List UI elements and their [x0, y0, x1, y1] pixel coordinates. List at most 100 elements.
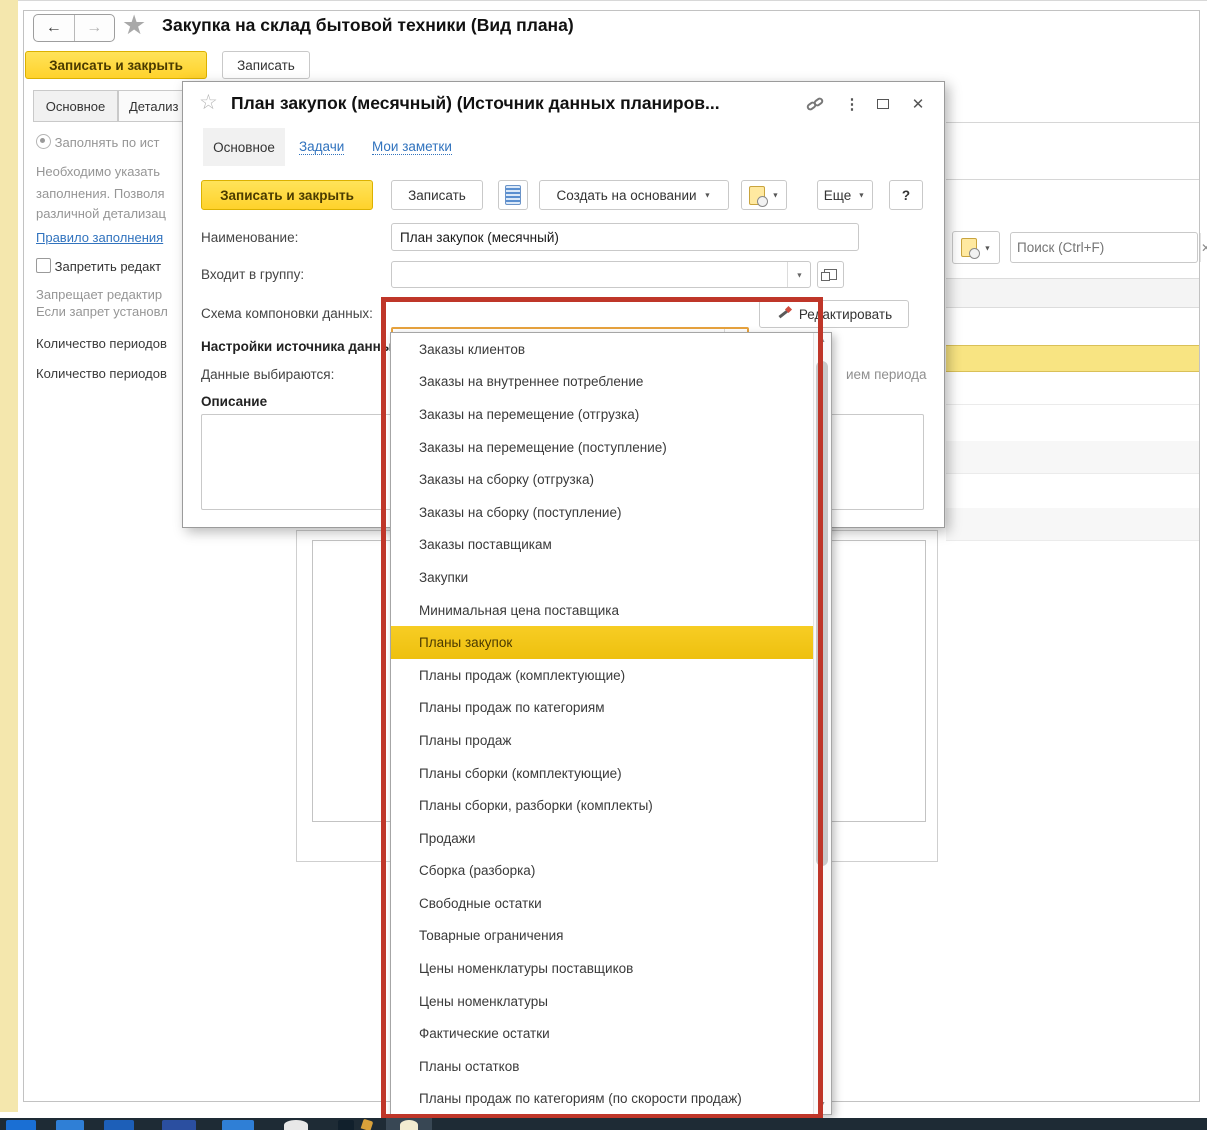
dropdown-item-selected[interactable]: Планы закупок — [391, 626, 831, 659]
checkbox-icon[interactable] — [36, 258, 51, 273]
tab-main[interactable]: Основное — [33, 90, 118, 122]
chevron-down-icon — [983, 243, 992, 253]
dropdown-item[interactable]: Сборка (разборка) — [391, 855, 831, 888]
forbid-edit-checkbox-row[interactable]: Запретить редакт — [36, 258, 161, 274]
hint-text: Запрещает редактир — [36, 287, 163, 302]
highlighted-table-row[interactable] — [946, 345, 1199, 372]
dropdown-item[interactable]: Фактические остатки — [391, 1017, 831, 1050]
radio-icon[interactable] — [36, 134, 51, 149]
maximize-icon[interactable] — [877, 99, 889, 109]
dropdown-item[interactable]: Свободные остатки — [391, 887, 831, 920]
hint-text: заполнения. Позволя — [36, 186, 165, 201]
save-button[interactable]: Записать — [222, 51, 310, 79]
scroll-up-icon[interactable] — [814, 333, 831, 348]
dropdown-item[interactable]: Заказы на внутреннее потребление — [391, 366, 831, 399]
scrollbar-thumb[interactable] — [816, 361, 828, 866]
group-dropdown-arrow-icon[interactable] — [787, 262, 810, 287]
dropdown-item[interactable]: Цены номенклатуры — [391, 985, 831, 1018]
dropdown-item[interactable]: Заказы поставщикам — [391, 529, 831, 562]
taskbar-icon[interactable] — [360, 1118, 374, 1130]
taskbar-icon[interactable] — [222, 1120, 254, 1130]
help-button[interactable]: ? — [889, 180, 923, 210]
close-icon[interactable] — [909, 94, 927, 114]
dropdown-item[interactable]: Планы сборки, разборки (комплекты) — [391, 789, 831, 822]
group-field[interactable] — [391, 261, 811, 288]
dropdown-item[interactable]: Заказы клиентов — [391, 333, 831, 366]
hint-text: различной детализац — [36, 206, 166, 221]
table-row[interactable] — [946, 508, 1199, 540]
separator — [946, 122, 1199, 123]
chevron-down-icon — [771, 190, 780, 200]
dialog-save-and-close-button[interactable]: Записать и закрыть — [201, 180, 373, 210]
row-separator — [946, 540, 1199, 541]
name-field[interactable]: План закупок (месячный) — [391, 223, 859, 251]
dropdown-item[interactable]: Продажи — [391, 822, 831, 855]
magic-wand-icon — [776, 306, 792, 322]
dropdown-item[interactable]: Планы продаж по категориям — [391, 692, 831, 725]
search-box — [1010, 232, 1202, 263]
period-text-fragment: ием периода — [846, 367, 927, 382]
dialog-document-button[interactable] — [741, 180, 787, 210]
dropdown-item[interactable]: Заказы на сборку (поступление) — [391, 496, 831, 529]
more-label: Еще — [823, 187, 852, 203]
create-based-on-label: Создать на основании — [556, 187, 697, 203]
periods-label: Количество периодов — [36, 336, 167, 351]
dropdown-item[interactable]: Планы продаж (комплектующие) — [391, 659, 831, 692]
link-icon[interactable] — [805, 94, 825, 114]
dropdown-item[interactable]: Планы остатков — [391, 1050, 831, 1083]
page-title: Закупка на склад бытовой техники (Вид пл… — [162, 15, 574, 35]
dialog-tab-main[interactable]: Основное — [203, 128, 285, 166]
dialog-save-button[interactable]: Записать — [391, 180, 483, 210]
dropdown-item[interactable]: Товарные ограничения — [391, 920, 831, 953]
dialog-tab-notes[interactable]: Мои заметки — [372, 139, 452, 155]
dropdown-item[interactable]: Планы сборки (комплектующие) — [391, 757, 831, 790]
periods-label: Количество периодов — [36, 366, 167, 381]
more-button[interactable]: Еще — [817, 180, 873, 210]
taskbar — [0, 1118, 1207, 1130]
favorite-star-outline-icon[interactable] — [199, 90, 218, 115]
forward-arrow-icon[interactable] — [75, 15, 115, 41]
create-document-button[interactable] — [952, 231, 1000, 264]
dropdown-item[interactable]: Заказы на перемещение (поступление) — [391, 431, 831, 464]
taskbar-icon[interactable] — [6, 1120, 36, 1130]
group-open-button[interactable] — [817, 261, 844, 288]
dropdown-item[interactable]: Заказы на перемещение (отгрузка) — [391, 398, 831, 431]
scroll-down-icon[interactable] — [814, 1097, 831, 1112]
table-header-row — [946, 278, 1199, 308]
dialog-tab-tasks[interactable]: Задачи — [299, 139, 345, 155]
dropdown-item[interactable]: Заказы на сборку (отгрузка) — [391, 463, 831, 496]
dropdown-item[interactable]: Закупки — [391, 561, 831, 594]
tab-detail[interactable]: Детализ — [118, 90, 184, 122]
dropdown-item[interactable]: Цены номенклатуры поставщиков — [391, 952, 831, 985]
checkbox-label: Запретить редакт — [54, 259, 162, 274]
taskbar-icon[interactable] — [338, 1120, 354, 1130]
hint-text: Необходимо указать — [36, 164, 160, 179]
radio-label: Заполнять по ист — [54, 135, 160, 150]
taskbar-icon[interactable] — [284, 1120, 308, 1130]
back-arrow-icon[interactable] — [34, 15, 75, 41]
search-input[interactable] — [1011, 233, 1200, 262]
save-and-close-button[interactable]: Записать и закрыть — [25, 51, 207, 79]
chevron-down-icon — [703, 190, 712, 200]
dropdown-item[interactable]: Минимальная цена поставщика — [391, 594, 831, 627]
fill-rule-link[interactable]: Правило заполнения — [36, 230, 163, 245]
more-menu-icon[interactable] — [843, 94, 861, 114]
dropdown-scrollbar[interactable] — [813, 333, 831, 1114]
open-window-icon — [821, 269, 837, 281]
dropdown-item[interactable]: Планы продаж по категориям (по скорости … — [391, 1083, 831, 1114]
search-clear-icon[interactable] — [1200, 233, 1207, 262]
row-separator — [946, 473, 1199, 474]
edit-button[interactable]: Редактировать — [759, 300, 909, 328]
favorite-star-icon[interactable] — [122, 10, 146, 41]
list-icon-button[interactable] — [498, 180, 528, 210]
data-select-label: Данные выбираются: — [201, 367, 335, 382]
table-row[interactable] — [946, 441, 1199, 473]
taskbar-icon[interactable] — [56, 1120, 84, 1130]
taskbar-icon[interactable] — [104, 1120, 134, 1130]
group-label: Входит в группу: — [201, 267, 305, 282]
taskbar-icon[interactable] — [162, 1120, 196, 1130]
dropdown-item[interactable]: Планы продаж — [391, 724, 831, 757]
create-based-on-button[interactable]: Создать на основании — [539, 180, 729, 210]
taskbar-icon[interactable] — [400, 1120, 418, 1130]
fill-by-source-radio-row[interactable]: Заполнять по ист — [36, 134, 159, 150]
